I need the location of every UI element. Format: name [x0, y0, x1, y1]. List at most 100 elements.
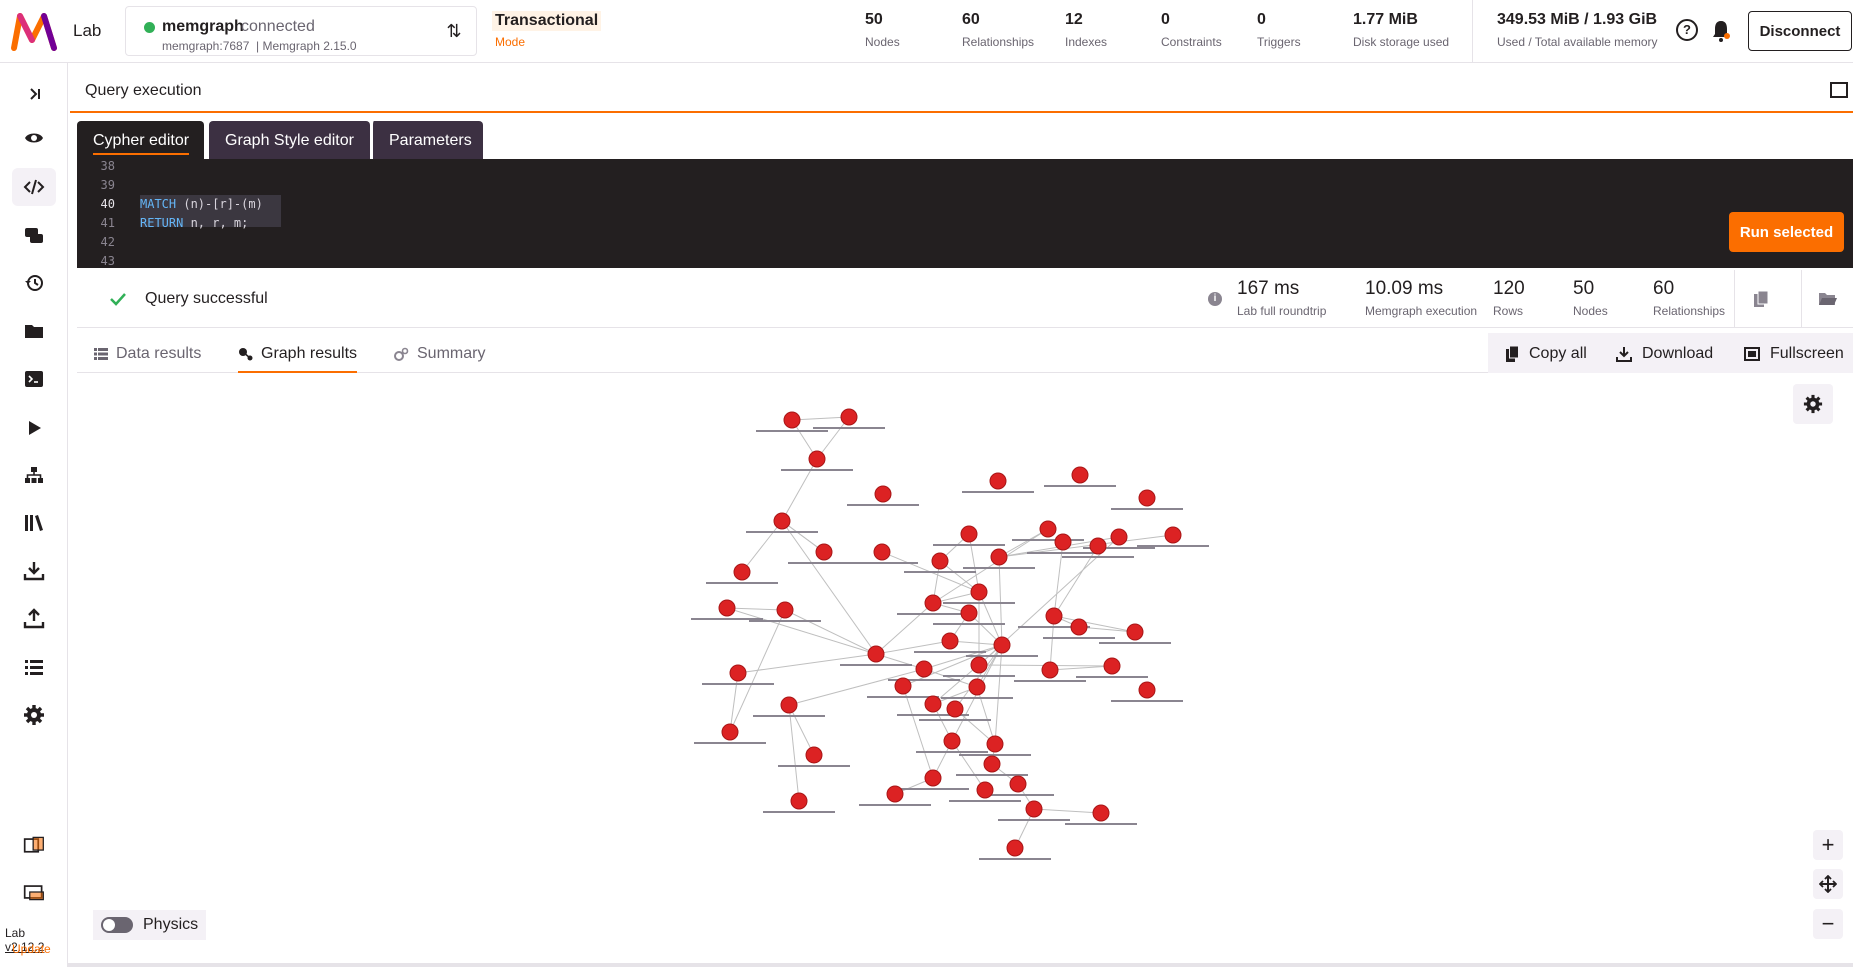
update-link[interactable]: Update [12, 942, 51, 956]
fit-to-screen-button[interactable] [1813, 869, 1843, 899]
save-to-collection-button[interactable] [1801, 270, 1853, 328]
graph-node[interactable] [1006, 839, 1024, 857]
graph-node[interactable] [976, 781, 994, 799]
copy-all-button[interactable]: Copy all [1506, 345, 1587, 363]
graph-node[interactable] [970, 583, 988, 601]
graph-node[interactable] [943, 732, 961, 750]
sidebar-item-import[interactable] [12, 552, 56, 590]
graph-node[interactable] [1164, 526, 1182, 544]
graph-node[interactable] [776, 601, 794, 619]
graph-edge[interactable] [726, 607, 786, 611]
run-selected-button[interactable]: Run selected [1729, 212, 1844, 252]
graph-node[interactable] [840, 408, 858, 426]
download-button[interactable]: Download [1616, 345, 1713, 363]
graph-node[interactable] [1110, 528, 1128, 546]
sidebar-item-settings[interactable] [12, 696, 56, 734]
tab-cypher-editor[interactable]: Cypher editor [77, 121, 204, 159]
graph-edge[interactable] [994, 644, 1003, 745]
graph-node[interactable] [1103, 657, 1121, 675]
graph-node[interactable] [924, 695, 942, 713]
graph-node[interactable] [805, 746, 823, 764]
sidebar-item-logs[interactable] [12, 648, 56, 686]
notification-bell-icon[interactable] [1710, 19, 1732, 43]
graph-node[interactable] [941, 632, 959, 650]
graph-node[interactable] [924, 594, 942, 612]
sidebar-item-library[interactable] [12, 504, 56, 542]
graph-node[interactable] [1138, 681, 1156, 699]
sidebar-item-streams[interactable] [12, 409, 56, 447]
sidebar-item-overview[interactable] [12, 119, 56, 157]
graph-node[interactable] [1092, 804, 1110, 822]
graph-node[interactable] [808, 450, 826, 468]
graph-edge[interactable] [1033, 808, 1102, 814]
graph-edge[interactable] [737, 653, 877, 674]
sidebar-item-chat[interactable] [12, 217, 56, 255]
graph-edge[interactable] [976, 686, 996, 745]
memgraph-logo[interactable] [10, 10, 60, 52]
graph-node[interactable] [1025, 800, 1043, 818]
graph-node[interactable] [1045, 607, 1063, 625]
sidebar-item-history[interactable] [12, 264, 56, 302]
graph-edge[interactable] [1049, 665, 1113, 671]
graph-node[interactable] [790, 792, 808, 810]
graph-view[interactable] [77, 374, 1853, 959]
graph-node[interactable] [894, 677, 912, 695]
zoom-in-button[interactable]: + [1813, 830, 1843, 860]
graph-node[interactable] [873, 543, 891, 561]
graph-node[interactable] [960, 525, 978, 543]
graph-node[interactable] [886, 785, 904, 803]
fullscreen-icon[interactable] [1830, 82, 1848, 98]
sidebar-item-query-modules[interactable] [12, 360, 56, 398]
graph-node[interactable] [1039, 520, 1057, 538]
zoom-out-button[interactable]: − [1813, 909, 1843, 939]
graph-node[interactable] [1071, 466, 1089, 484]
graph-edge[interactable] [1053, 615, 1136, 633]
graph-edge[interactable] [932, 644, 1003, 705]
info-icon[interactable]: i [1208, 292, 1222, 306]
switch-connection-icon[interactable]: ⇅ [444, 20, 464, 42]
graph-canvas[interactable] [77, 374, 1853, 959]
graph-node[interactable] [780, 696, 798, 714]
graph-node[interactable] [983, 755, 1001, 773]
graph-node[interactable] [815, 543, 833, 561]
graph-node[interactable] [721, 723, 739, 741]
graph-node[interactable] [1138, 489, 1156, 507]
sidebar-item-collections[interactable] [12, 312, 56, 350]
graph-node[interactable] [993, 636, 1011, 654]
tab-graph-style-editor[interactable]: Graph Style editor [209, 121, 370, 159]
graph-node[interactable] [1126, 623, 1144, 641]
graph-edge[interactable] [788, 704, 800, 802]
toggle-switch[interactable] [101, 917, 133, 933]
graph-node[interactable] [773, 512, 791, 530]
graph-edge[interactable] [968, 533, 980, 593]
graph-node[interactable] [946, 700, 964, 718]
graph-node[interactable] [986, 735, 1004, 753]
fullscreen-button[interactable]: Fullscreen [1744, 345, 1844, 363]
graph-node[interactable] [924, 769, 942, 787]
tab-graph-results[interactable]: Graph results [238, 345, 357, 363]
help-icon[interactable]: ? [1676, 19, 1698, 41]
graph-node[interactable] [718, 599, 736, 617]
graph-node[interactable] [867, 645, 885, 663]
tab-parameters[interactable]: Parameters [370, 121, 483, 159]
graph-edge[interactable] [875, 602, 934, 655]
graph-node[interactable] [874, 485, 892, 503]
graph-node[interactable] [960, 604, 978, 622]
graph-node[interactable] [1070, 618, 1088, 636]
graph-edge[interactable] [741, 520, 783, 573]
sidebar-item-layout-1[interactable] [12, 826, 56, 864]
sidebar-item-query-execution[interactable] [12, 168, 56, 206]
graph-edge[interactable] [781, 520, 877, 655]
graph-node[interactable] [989, 472, 1007, 490]
graph-node[interactable] [915, 660, 933, 678]
graph-edge[interactable] [951, 740, 986, 791]
graph-edge[interactable] [998, 556, 1003, 646]
tab-summary[interactable]: Summary [393, 345, 485, 363]
graph-node[interactable] [931, 552, 949, 570]
graph-node[interactable] [1041, 661, 1059, 679]
graph-edge[interactable] [781, 458, 818, 522]
connection-info[interactable]: memgraph connected memgraph:7687 | Memgr… [125, 6, 477, 56]
graph-node[interactable] [1009, 775, 1027, 793]
physics-toggle[interactable]: Physics [93, 910, 207, 940]
graph-edge[interactable] [726, 607, 877, 655]
